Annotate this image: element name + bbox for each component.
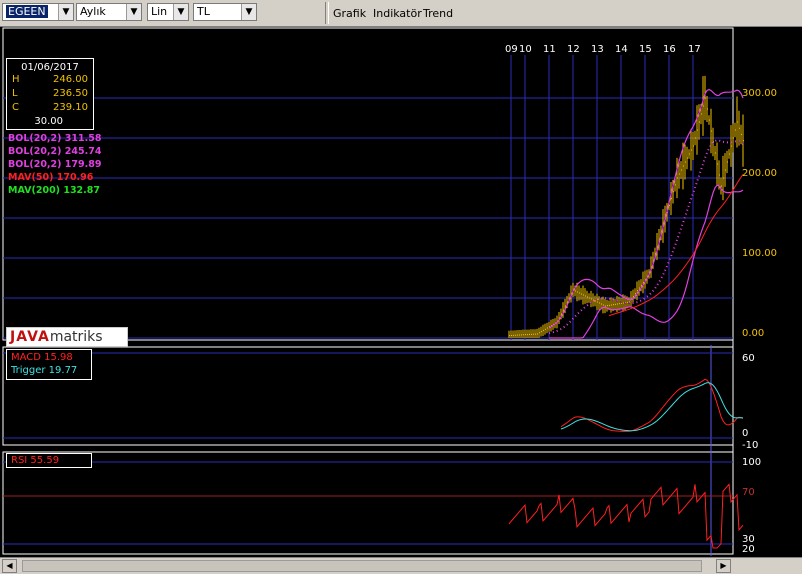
javamatriks-logo: JAVAmatriks (6, 327, 128, 347)
bol-mid-label: BOL(20,2) 245.74 (8, 146, 102, 157)
low-label: L (12, 88, 18, 99)
year-label: 17 (688, 44, 701, 55)
logo-java: JAVA (10, 329, 50, 345)
price-axis-label: 100.00 (742, 248, 777, 259)
trigger-line (560, 382, 744, 432)
close-label: C (12, 102, 19, 113)
macd-axis-label: 60 (742, 353, 755, 364)
rsi-axis-label: 20 (742, 544, 755, 555)
year-label: 12 (567, 44, 580, 55)
year-label: 13 (591, 44, 604, 55)
logo-matriks: matriks (49, 329, 103, 345)
rsi-axis-label: 100 (742, 457, 762, 468)
close-value: 239.10 (53, 102, 88, 113)
trigger-label: Trigger 19.77 (11, 365, 78, 376)
mav200-label: MAV(200) 132.87 (8, 185, 100, 196)
volume-value: 30.00 (34, 116, 63, 127)
high-value: 246.00 (53, 74, 88, 85)
bollinger-upper (548, 88, 744, 329)
price-axis-label: 200.00 (742, 168, 777, 179)
macd-line (560, 378, 744, 432)
ohlc-date: 01/06/2017 (21, 62, 79, 73)
series-layer (508, 75, 744, 549)
year-label: 16 (663, 44, 676, 55)
bollinger-middle (548, 139, 744, 335)
macd-label: MACD 15.98 (11, 352, 73, 363)
high-label: H (12, 74, 20, 85)
price-panel-frame (2, 27, 734, 341)
ohlc-info-box: 01/06/2017 H 246.00 L 236.50 C 239.10 30.00 (6, 58, 94, 130)
macd-legend-box: MACD 15.98 Trigger 19.77 (6, 349, 92, 380)
year-label: 15 (639, 44, 652, 55)
rsi-panel-frame (2, 451, 734, 555)
rsi-label: RSI 55.59 (11, 455, 60, 466)
bol-lower-label: BOL(20,2) 179.89 (8, 159, 102, 170)
bol-upper-label: BOL(20,2) 311.58 (8, 133, 102, 144)
rsi-axis-label: 70 (742, 487, 755, 498)
year-label: 14 (615, 44, 628, 55)
price-chart[interactable] (0, 0, 802, 557)
horizontal-scrollbar[interactable]: ◀ ▶ (0, 557, 802, 574)
scroll-thumb[interactable] (22, 560, 702, 572)
price-axis-label: 0.00 (742, 328, 765, 339)
macd-axis-label: -10 (742, 440, 759, 451)
gridlines (3, 97, 733, 545)
rsi-line (508, 483, 744, 549)
year-label: 11 (543, 44, 556, 55)
price-axis-label: 300.00 (742, 88, 777, 99)
year-label: 09 (505, 44, 518, 55)
macd-axis-label: 0 (742, 428, 749, 439)
low-value: 236.50 (53, 88, 88, 99)
scroll-right-icon[interactable]: ▶ (716, 559, 731, 573)
bollinger-lower (549, 184, 744, 339)
year-label: 10 (519, 44, 532, 55)
scroll-left-icon[interactable]: ◀ (2, 559, 17, 573)
mav50-label: MAV(50) 170.96 (8, 172, 94, 183)
rsi-legend-box: RSI 55.59 (6, 453, 92, 468)
